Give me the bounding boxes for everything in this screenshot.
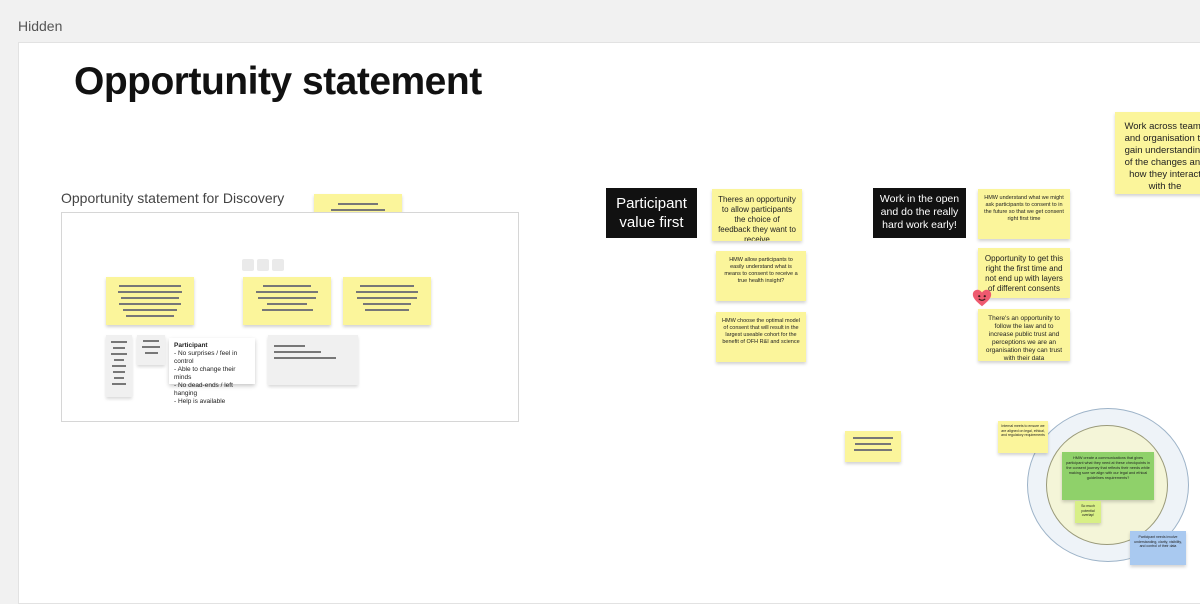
sticky-text: Work across teams and organisation to ga… (1124, 121, 1200, 192)
sticky-note-hmw-future-consent[interactable]: HMW understand what we might ask partici… (978, 189, 1070, 239)
note-card-gray-3[interactable] (268, 335, 358, 385)
sticky-text: Theres an opportunity to allow participa… (718, 195, 796, 241)
toolbar-chip[interactable] (272, 259, 284, 271)
sticky-text: Opportunity to get this right the first … (984, 254, 1064, 293)
participant-heading: Participant (174, 342, 208, 349)
label-participant-value[interactable]: Participant value first (606, 188, 697, 238)
label-work-in-open-text: Work in the open and do the really hard … (879, 193, 960, 231)
toolbar-chip[interactable] (257, 259, 269, 271)
sticky-text: There's an opportunity to follow the law… (985, 315, 1063, 361)
sticky-text: Participant needs involve understanding,… (1134, 535, 1182, 548)
sticky-note-hmw-model[interactable]: HMW choose the optimal model of consent … (716, 312, 806, 362)
heart-face-icon[interactable] (971, 287, 993, 309)
sticky-text: HMW allow participants to easily underst… (724, 257, 798, 284)
sticky-note-participant-needs[interactable]: Participant needs involve understanding,… (1130, 531, 1186, 565)
sticky-note-discovery-3[interactable] (343, 277, 431, 325)
sticky-note-hmw-communications[interactable]: HMW create a communications that gives p… (1062, 452, 1154, 500)
sticky-text: HMW choose the optimal model of consent … (722, 318, 800, 345)
sticky-note-follow-law[interactable]: There's an opportunity to follow the law… (978, 309, 1070, 361)
sticky-text: HMW understand what we might ask partici… (984, 195, 1064, 222)
frame-label[interactable]: Hidden (18, 18, 62, 34)
label-work-in-open[interactable]: Work in the open and do the really hard … (873, 188, 966, 238)
sticky-note-work-across-teams[interactable]: Work across teams and organisation to ga… (1115, 112, 1200, 194)
sticky-note-overlap[interactable]: So much potential overlap! (1075, 501, 1101, 523)
sticky-note-hmw-consent[interactable]: HMW allow participants to easily underst… (716, 251, 806, 301)
participant-lines: - No surprises / feel in control - Able … (174, 350, 238, 405)
sticky-text: Internal meets to ensure we are aligned … (1001, 424, 1045, 437)
note-card-gray-2[interactable] (137, 335, 165, 365)
sticky-note-lines-bottom[interactable] (845, 431, 901, 462)
sticky-note-discovery-2[interactable] (243, 277, 331, 325)
note-card-gray-1[interactable] (106, 335, 132, 397)
participant-card[interactable]: Participant - No surprises / feel in con… (169, 338, 255, 405)
sticky-text: HMW create a communications that gives p… (1066, 456, 1151, 480)
label-participant-value-text: Participant value first (616, 195, 687, 231)
board-title: Opportunity statement (74, 60, 482, 103)
discovery-frame-label[interactable]: Opportunity statement for Discovery (61, 190, 284, 206)
sticky-note-internal-meets[interactable]: Internal meets to ensure we are aligned … (998, 421, 1048, 453)
toolbar-chip[interactable] (242, 259, 254, 271)
sticky-text: So much potential overlap! (1081, 504, 1095, 517)
sticky-note-discovery-1[interactable] (106, 277, 194, 325)
sticky-note-opportunity-feedback[interactable]: Theres an opportunity to allow participa… (712, 189, 802, 241)
